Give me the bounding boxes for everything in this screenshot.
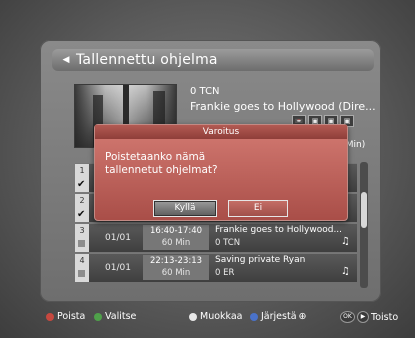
row-channel: 0 TCN — [215, 238, 241, 248]
row-channel: 0 ER — [215, 268, 235, 278]
music-note-icon: ♫ — [341, 236, 350, 247]
scrollbar-thumb[interactable] — [361, 192, 367, 228]
yes-button[interactable]: Kyllä — [153, 200, 217, 217]
play-icon: ▶ — [357, 311, 369, 323]
row-date: 01/01 — [105, 233, 131, 243]
tv-screen: ◀ Tallennettu ohjelma 0 TCN Frankie goes… — [0, 0, 415, 338]
title-bar: ◀ Tallennettu ohjelma — [52, 49, 374, 71]
row-time: 16:40-17:40 60 Min — [143, 225, 209, 250]
help-play: OK ▶ Toisto — [338, 311, 398, 323]
checkmark-icon[interactable]: ✔ — [77, 210, 87, 220]
list-scrollbar[interactable] — [360, 162, 368, 288]
row-number: 3 — [75, 224, 89, 252]
white-button-icon — [189, 312, 197, 321]
no-button[interactable]: Ei — [228, 200, 288, 217]
checkmark-icon[interactable]: ✔ — [77, 180, 87, 190]
page-title: Tallennettu ohjelma — [76, 52, 218, 68]
red-button-icon — [46, 312, 54, 321]
help-edit: Muokkaa — [189, 311, 243, 322]
row-time: 22:13-23:13 60 Min — [143, 255, 209, 280]
help-sort: Järjestä ⊕ — [250, 311, 306, 322]
ok-button-icon: OK — [340, 311, 355, 323]
music-note-icon: ♫ — [341, 266, 350, 277]
row-program-title: Frankie goes to Hollywood... — [215, 225, 343, 235]
row-date: 01/01 — [105, 263, 131, 273]
preview-program-title: Frankie goes to Hollywood (Dire... — [190, 100, 376, 113]
dialog-title: Varoitus — [95, 125, 347, 139]
list-item[interactable]: 3 01/01 16:40-17:40 60 Min Frankie goes … — [75, 223, 357, 252]
row-program-title: Saving private Ryan — [215, 255, 306, 265]
warning-dialog: Varoitus Poistetaanko nämä tallennetut o… — [94, 124, 348, 221]
dialog-message: Poistetaanko nämä tallennetut ohjelmat? — [105, 151, 218, 176]
checkbox[interactable] — [78, 270, 85, 277]
preview-channel: 0 TCN — [190, 86, 220, 97]
blue-button-icon — [250, 312, 258, 321]
checkbox[interactable] — [78, 240, 85, 247]
help-delete: Poista — [46, 311, 85, 322]
help-select: Valitse — [94, 311, 136, 322]
sort-icon: ⊕ — [298, 311, 307, 322]
help-bar: Poista Valitse Muokkaa Järjestä ⊕ OK ▶ T… — [46, 311, 406, 325]
green-button-icon — [94, 312, 102, 321]
row-number: 4 — [75, 254, 89, 282]
list-item[interactable]: 4 01/01 22:13-23:13 60 Min Saving privat… — [75, 253, 357, 282]
back-arrow-icon[interactable]: ◀ — [60, 54, 72, 66]
